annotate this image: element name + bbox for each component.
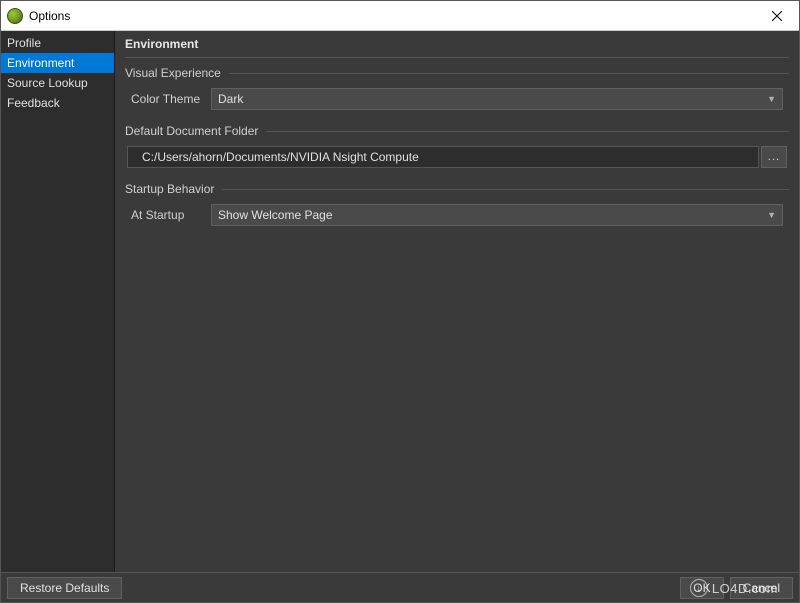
group-title: Startup Behavior <box>125 182 222 196</box>
sidebar: Profile Environment Source Lookup Feedba… <box>1 31 115 572</box>
color-theme-label: Color Theme <box>131 92 203 106</box>
close-icon <box>772 11 782 21</box>
restore-defaults-button[interactable]: Restore Defaults <box>7 577 122 599</box>
titlebar[interactable]: Options <box>1 1 799 31</box>
chevron-down-icon: ▼ <box>767 94 776 104</box>
field-at-startup: At Startup Show Welcome Page ▼ <box>125 204 789 226</box>
page-title: Environment <box>125 35 789 58</box>
cancel-button[interactable]: Cancel <box>730 577 793 599</box>
divider <box>266 131 789 132</box>
group-visual-experience: Visual Experience Color Theme Dark ▼ <box>125 66 789 110</box>
group-startup-behavior: Startup Behavior At Startup Show Welcome… <box>125 182 789 226</box>
content-panel: Environment Visual Experience Color Them… <box>115 31 799 572</box>
at-startup-label: At Startup <box>131 208 203 222</box>
close-button[interactable] <box>754 1 799 31</box>
divider <box>229 73 789 74</box>
group-header: Default Document Folder <box>125 124 789 138</box>
browse-button[interactable]: ... <box>761 146 787 168</box>
group-header: Startup Behavior <box>125 182 789 196</box>
chevron-down-icon: ▼ <box>767 210 776 220</box>
group-header: Visual Experience <box>125 66 789 80</box>
window-title: Options <box>29 9 70 23</box>
group-title: Visual Experience <box>125 66 229 80</box>
group-default-document-folder: Default Document Folder C:/Users/ahorn/D… <box>125 124 789 168</box>
select-value: Dark <box>218 92 767 106</box>
field-color-theme: Color Theme Dark ▼ <box>125 88 789 110</box>
body-area: Profile Environment Source Lookup Feedba… <box>1 31 799 572</box>
group-title: Default Document Folder <box>125 124 266 138</box>
sidebar-item-profile[interactable]: Profile <box>1 33 114 53</box>
app-icon <box>7 8 23 24</box>
document-folder-input[interactable]: C:/Users/ahorn/Documents/NVIDIA Nsight C… <box>127 146 759 168</box>
ok-button[interactable]: OK <box>680 577 723 599</box>
color-theme-select[interactable]: Dark ▼ <box>211 88 783 110</box>
field-document-folder: C:/Users/ahorn/Documents/NVIDIA Nsight C… <box>125 146 789 168</box>
at-startup-select[interactable]: Show Welcome Page ▼ <box>211 204 783 226</box>
sidebar-item-source-lookup[interactable]: Source Lookup <box>1 73 114 93</box>
sidebar-item-environment[interactable]: Environment <box>1 53 114 73</box>
select-value: Show Welcome Page <box>218 208 767 222</box>
divider <box>222 189 789 190</box>
options-window: Options Profile Environment Source Looku… <box>0 0 800 603</box>
footer: Restore Defaults OK Cancel <box>1 572 799 602</box>
sidebar-item-feedback[interactable]: Feedback <box>1 93 114 113</box>
